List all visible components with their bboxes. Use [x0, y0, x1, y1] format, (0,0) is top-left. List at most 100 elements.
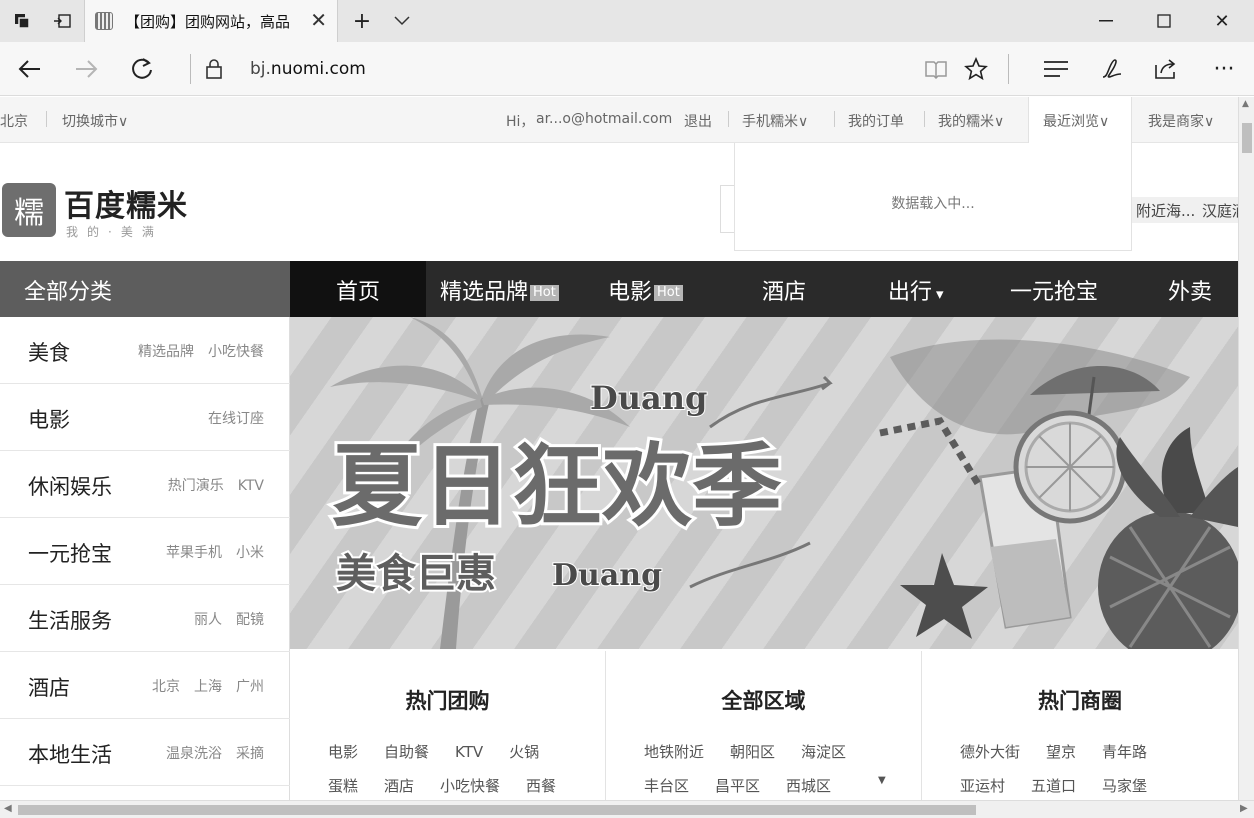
- category-item[interactable]: 一元抢宝 苹果手机 小米: [0, 518, 290, 585]
- recent-browse-menu[interactable]: 最近浏览∨: [1043, 111, 1109, 131]
- greeting-text: Hi，: [506, 114, 535, 130]
- panel-link[interactable]: KTV: [455, 743, 483, 761]
- category-sub-link[interactable]: 北京: [152, 679, 180, 695]
- panel-link[interactable]: 西餐: [526, 777, 556, 795]
- refresh-icon[interactable]: [126, 54, 158, 84]
- category-sub-link[interactable]: 小吃快餐: [208, 344, 264, 360]
- merchant-menu[interactable]: 我是商家∨: [1148, 111, 1214, 131]
- panel-link[interactable]: 自助餐: [384, 743, 429, 761]
- category-name[interactable]: 休闲娱乐: [28, 471, 112, 501]
- panel-link[interactable]: 西城区: [786, 777, 831, 795]
- nav-item-brands[interactable]: 精选品牌 Hot: [440, 261, 559, 317]
- category-sub-link[interactable]: 上海: [194, 679, 222, 695]
- category-item[interactable]: 本地生活 温泉洗浴 采摘: [0, 719, 290, 786]
- vertical-scrollbar[interactable]: ▲: [1238, 97, 1254, 800]
- category-name[interactable]: 美食: [28, 337, 70, 367]
- switch-city-link[interactable]: 切换城市∨: [62, 111, 128, 131]
- forward-icon[interactable]: [70, 54, 102, 84]
- nav-item-hotel[interactable]: 酒店: [762, 261, 806, 317]
- search-input[interactable]: [720, 185, 734, 233]
- category-item[interactable]: 电影 在线订座: [0, 384, 290, 451]
- tab-close-icon[interactable]: ✕: [310, 8, 327, 32]
- panel-link[interactable]: 丰台区: [644, 777, 689, 795]
- tab-active[interactable]: 【团购】团购网站，高品 ✕: [84, 0, 338, 42]
- user-email[interactable]: ar...o@hotmail.com: [536, 111, 672, 127]
- vertical-scroll-thumb[interactable]: [1242, 123, 1252, 153]
- panel-link[interactable]: 亚运村: [960, 777, 1005, 795]
- mobile-nuomi-menu[interactable]: 手机糯米∨: [742, 111, 808, 131]
- horizontal-scrollbar[interactable]: ◀ ▶: [0, 800, 1254, 818]
- maximize-icon[interactable]: [1152, 9, 1176, 33]
- category-name[interactable]: 生活服务: [28, 605, 112, 635]
- panel-link[interactable]: 朝阳区: [730, 743, 775, 761]
- more-icon[interactable]: ···: [1208, 54, 1240, 84]
- set-aside-icon[interactable]: [50, 9, 74, 33]
- category-item[interactable]: 酒店 北京 上海 广州: [0, 652, 290, 719]
- my-orders-link[interactable]: 我的订单: [848, 111, 904, 131]
- close-icon[interactable]: ✕: [1210, 9, 1234, 33]
- nav-item-one-yuan[interactable]: 一元抢宝: [1010, 261, 1098, 317]
- category-item[interactable]: 生活服务 丽人 配镜: [0, 585, 290, 652]
- category-sub-link[interactable]: KTV: [238, 478, 264, 494]
- nav-item-travel[interactable]: 出行 ▾: [888, 261, 944, 317]
- panel-link[interactable]: 火锅: [509, 743, 539, 761]
- web-note-icon[interactable]: [1096, 54, 1128, 84]
- reading-view-icon[interactable]: [920, 54, 952, 84]
- scroll-up-icon[interactable]: ▲: [1242, 99, 1249, 109]
- hub-icon[interactable]: [1040, 54, 1072, 84]
- category-name[interactable]: 本地生活: [28, 739, 112, 769]
- category-sub-link[interactable]: 在线订座: [208, 411, 264, 427]
- category-name[interactable]: 电影: [28, 404, 70, 434]
- back-icon[interactable]: [14, 54, 46, 84]
- panel-link[interactable]: 青年路: [1102, 743, 1147, 761]
- lock-icon[interactable]: [205, 58, 223, 80]
- panel-link[interactable]: 望京: [1046, 743, 1076, 761]
- category-item[interactable]: 美食 精选品牌 小吃快餐: [0, 317, 290, 384]
- my-nuomi-menu[interactable]: 我的糯米∨: [938, 111, 1004, 131]
- minimize-icon[interactable]: [1094, 9, 1118, 33]
- category-item[interactable]: 休闲娱乐 热门演乐 KTV: [0, 451, 290, 518]
- promo-banner[interactable]: Duang 夏日狂欢季 美食巨惠 Duang: [290, 317, 1238, 649]
- category-sub-link[interactable]: 配镜: [236, 612, 264, 628]
- panel-link[interactable]: 小吃快餐: [440, 777, 500, 795]
- category-sub-link[interactable]: 精选品牌: [138, 344, 194, 360]
- nav-item-home[interactable]: 首页: [290, 261, 426, 317]
- nuomi-logo-icon[interactable]: 糯: [2, 183, 56, 237]
- panel-link[interactable]: 海淀区: [801, 743, 846, 761]
- panel-links-row: 地铁附近 朝阳区 海淀区: [644, 741, 872, 762]
- logout-link[interactable]: 退出: [684, 111, 712, 131]
- panel-link[interactable]: 五道口: [1031, 777, 1076, 795]
- panel-link[interactable]: 地铁附近: [644, 743, 704, 761]
- hot-keyword[interactable]: 附近海...: [1130, 197, 1202, 223]
- panel-link[interactable]: 蛋糕: [328, 777, 358, 795]
- category-name[interactable]: 酒店: [28, 672, 70, 702]
- panel-link[interactable]: 昌平区: [715, 777, 760, 795]
- all-categories-button[interactable]: 全部分类: [0, 261, 290, 317]
- new-tab-icon[interactable]: +: [350, 9, 374, 34]
- scroll-left-icon[interactable]: ◀: [4, 803, 12, 814]
- panel-link[interactable]: 德外大街: [960, 743, 1020, 761]
- panel-link[interactable]: 电影: [328, 743, 358, 761]
- tab-list-icon[interactable]: [390, 9, 414, 33]
- favorite-star-icon[interactable]: [960, 54, 992, 84]
- category-sub-link[interactable]: 采摘: [236, 746, 264, 762]
- category-sub-link[interactable]: 广州: [236, 679, 264, 695]
- site-logo-title[interactable]: 百度糯米: [64, 181, 188, 225]
- share-icon[interactable]: [1150, 54, 1182, 84]
- panel-link[interactable]: 酒店: [384, 777, 414, 795]
- scroll-right-icon[interactable]: ▶: [1240, 803, 1248, 814]
- nav-item-takeout[interactable]: 外卖: [1168, 261, 1212, 317]
- category-sub-link[interactable]: 苹果手机: [166, 545, 222, 561]
- category-sub-link[interactable]: 小米: [236, 545, 264, 561]
- category-name[interactable]: 一元抢宝: [28, 538, 112, 568]
- hot-keyword[interactable]: 汉庭酒: [1196, 197, 1238, 223]
- horizontal-scroll-thumb[interactable]: [18, 805, 976, 815]
- category-sub-link[interactable]: 丽人: [194, 612, 222, 628]
- tab-manager-icon[interactable]: [10, 9, 34, 33]
- expand-areas-icon[interactable]: ▼: [878, 775, 886, 786]
- url-input[interactable]: bj.nuomi.com: [250, 59, 366, 79]
- panel-link[interactable]: 马家堡: [1102, 777, 1147, 795]
- category-sub-link[interactable]: 热门演乐: [168, 478, 224, 494]
- nav-item-movie[interactable]: 电影 Hot: [608, 261, 683, 317]
- category-sub-link[interactable]: 温泉洗浴: [166, 746, 222, 762]
